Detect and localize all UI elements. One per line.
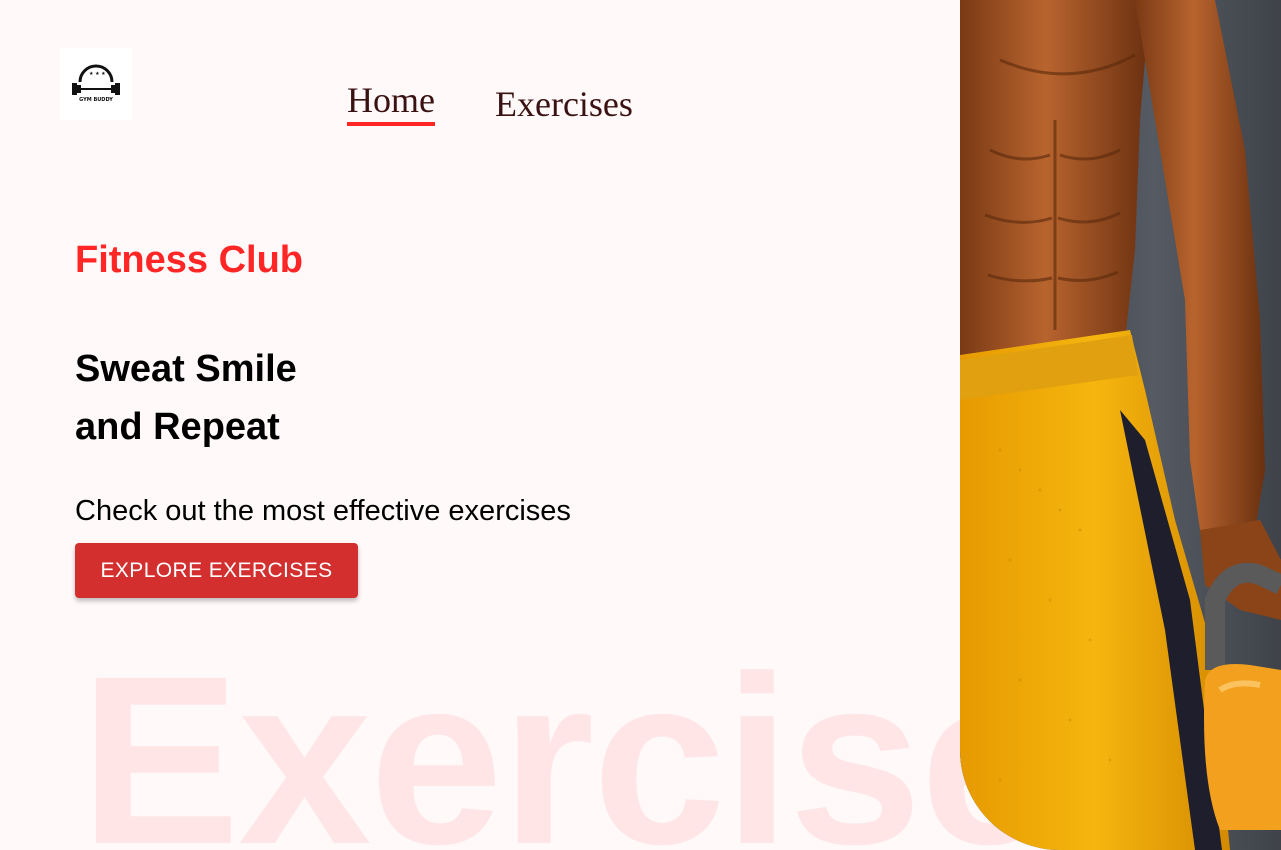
background-watermark-text: Exercise bbox=[80, 626, 1054, 850]
hero-headline: Sweat Smile and Repeat bbox=[75, 340, 297, 456]
hero-banner-image bbox=[960, 0, 1281, 850]
logo[interactable]: ★ ★ ★ GYM BUDDY bbox=[60, 48, 132, 120]
logo-brand-text: GYM BUDDY bbox=[79, 97, 113, 103]
explore-exercises-button[interactable]: EXPLORE EXERCISES bbox=[75, 543, 358, 598]
hero-headline-line2: and Repeat bbox=[75, 406, 280, 448]
dumbbell-logo-icon: ★ ★ ★ GYM BUDDY bbox=[72, 64, 120, 103]
muscular-man-kettlebell-illustration bbox=[960, 0, 1281, 850]
hero-subtitle: Fitness Club bbox=[75, 239, 304, 281]
hero-headline-line1: Sweat Smile bbox=[75, 348, 297, 390]
nav-link-home[interactable]: Home bbox=[347, 81, 435, 126]
nav-link-exercises[interactable]: Exercises bbox=[495, 85, 633, 126]
main-nav: Home Exercises bbox=[347, 81, 633, 126]
svg-text:★ ★ ★: ★ ★ ★ bbox=[89, 71, 106, 77]
hero-tagline: Check out the most effective exercises bbox=[75, 495, 571, 527]
